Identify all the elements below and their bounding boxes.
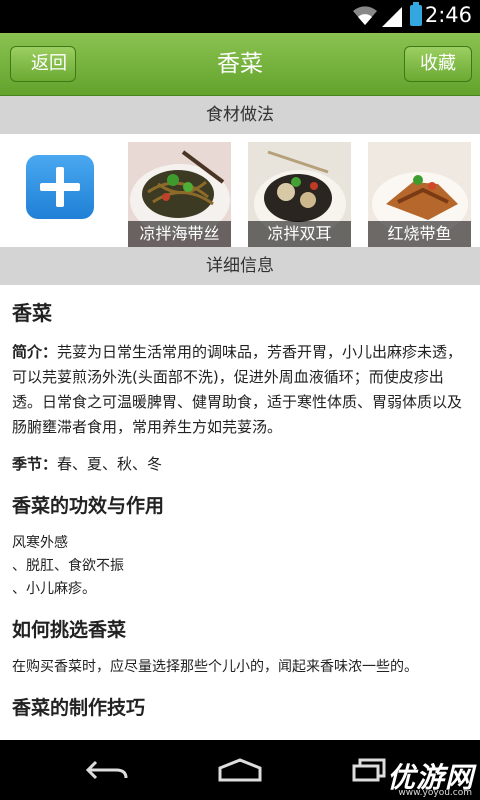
intro-paragraph: 简介：芫荽为日常生活常用的调味品，芳香开胃，小儿出麻疹未透，可以芫荽煎汤外洗(头…	[12, 340, 468, 440]
title-bar: 香菜 返回 收藏	[0, 33, 480, 96]
back-button[interactable]: 返回	[10, 46, 76, 82]
recipe-name: 红烧带鱼	[368, 221, 471, 247]
back-label: 返回	[31, 53, 67, 74]
intro-label: 简介：	[12, 343, 58, 361]
home-nav-icon[interactable]	[216, 758, 264, 782]
status-bar: 2:46	[0, 0, 480, 33]
ingredient-name: 香菜	[12, 301, 52, 325]
tips-title: 香菜的制作技巧	[12, 697, 146, 719]
battery-icon	[410, 2, 422, 26]
recipe-card[interactable]: 凉拌海带丝	[128, 142, 231, 247]
recipe-card[interactable]: 凉拌双耳	[248, 142, 351, 247]
favorite-button[interactable]: 收藏	[404, 46, 472, 82]
clock: 2:46	[424, 3, 472, 27]
select-title: 如何挑选香菜	[12, 619, 127, 641]
effects-line: 、小儿麻疹。	[12, 581, 96, 597]
recipe-name: 凉拌双耳	[248, 221, 351, 247]
add-recipe-button[interactable]	[26, 155, 94, 219]
season-paragraph: 季节：春、夏、秋、冬	[12, 452, 468, 477]
back-nav-icon[interactable]	[84, 758, 130, 782]
season-text: 春、夏、秋、冬	[57, 455, 163, 473]
section-header-details: 详细信息	[0, 247, 480, 285]
watermark-url: www.yoyou.com	[398, 788, 472, 798]
system-nav-bar: 优游网 www.yoyou.com	[0, 740, 480, 800]
signal-icon	[382, 7, 402, 27]
effects-line: 、脱肛、食欲不振	[12, 558, 124, 574]
effects-line: 风寒外感	[12, 535, 68, 551]
recipe-strip: 凉拌海带丝 凉拌双耳 红烧带鱼	[0, 134, 480, 247]
recipe-name: 凉拌海带丝	[128, 221, 231, 247]
season-label: 季节：	[12, 455, 58, 473]
wifi-icon	[353, 6, 377, 25]
select-text: 在购买香菜时，应尽量选择那些个儿小的，闻起来香味浓一些的。	[12, 659, 418, 675]
recipe-card[interactable]: 红烧带鱼	[368, 142, 471, 247]
recent-apps-icon[interactable]	[352, 758, 388, 782]
intro-text: 芫荽为日常生活常用的调味品，芳香开胃，小儿出麻疹未透，可以芫荽煎汤外洗(头面部不…	[12, 343, 463, 436]
section-header-methods: 食材做法	[0, 96, 480, 134]
effects-title: 香菜的功效与作用	[12, 495, 165, 517]
detail-content[interactable]: 香菜 简介：芫荽为日常生活常用的调味品，芳香开胃，小儿出麻疹未透，可以芫荽煎汤外…	[0, 285, 480, 740]
